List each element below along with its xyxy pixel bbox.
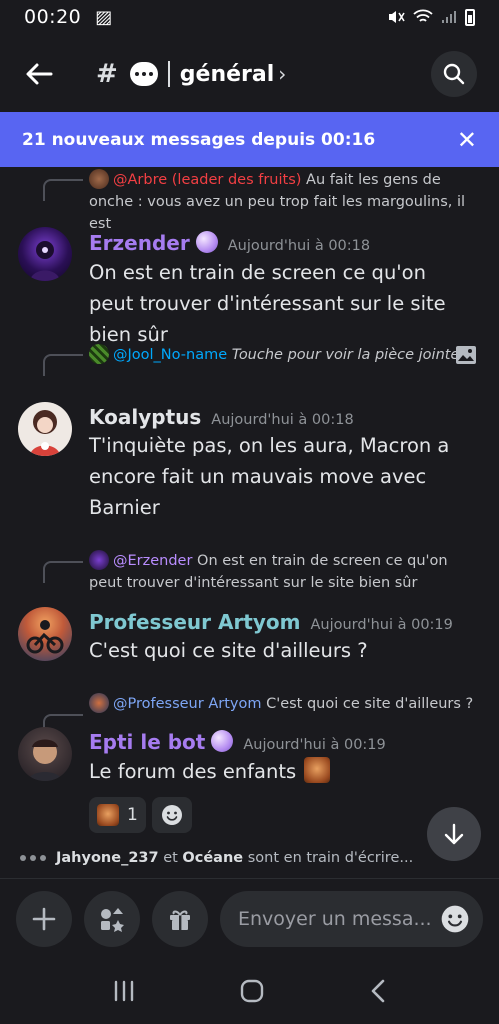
plus-icon [32, 907, 56, 930]
new-messages-text: 21 nouveaux messages depuis 00:16 [22, 129, 376, 150]
back-button[interactable] [22, 57, 56, 91]
search-button[interactable] [431, 51, 477, 97]
reply-avatar [89, 169, 109, 189]
author-name: Erzender [89, 231, 190, 255]
hash-icon: # [96, 59, 118, 89]
crystal-ball-icon [211, 730, 234, 752]
custom-emoji-face [97, 804, 119, 826]
message-input[interactable]: Envoyer un messa... [220, 890, 483, 947]
timestamp: Aujourd'hui à 00:19 [243, 737, 386, 753]
reply-avatar [89, 550, 109, 570]
signal-icon [442, 11, 456, 23]
status-time: 00:20 [24, 6, 82, 28]
reaction-bar: 1 [89, 797, 192, 833]
smiley-icon [161, 805, 182, 825]
header-divider [167, 61, 170, 87]
reply-avatar [89, 344, 109, 364]
typing-dots-icon [20, 855, 46, 861]
arrow-left-icon [26, 63, 53, 85]
apps-icon [101, 907, 124, 932]
channel-header: # général › [0, 44, 499, 104]
author-name: Epti le bot [89, 730, 206, 754]
message-composer: Envoyer un messa... [0, 878, 499, 958]
reaction-count: 1 [127, 805, 138, 825]
battery-icon [465, 8, 475, 26]
author-name: Professeur Artyom [89, 610, 301, 634]
typing-user: Océane [182, 850, 244, 866]
reply-mention: @Erzender [113, 553, 193, 569]
new-messages-banner[interactable]: 21 nouveaux messages depuis 00:16 ✕ [0, 112, 499, 167]
avatar[interactable] [18, 402, 72, 456]
timestamp: Aujourd'hui à 00:18 [211, 412, 354, 428]
typing-user: Jahyone_237 [56, 850, 159, 866]
system-nav-bar [0, 958, 499, 1024]
timestamp: Aujourd'hui à 00:18 [227, 238, 371, 254]
data-saver-icon: ▨ [95, 6, 113, 28]
mute-icon [389, 11, 405, 23]
close-icon[interactable]: ✕ [457, 126, 477, 154]
apps-button[interactable] [84, 890, 140, 947]
typing-suffix: sont en train d'écrire... [247, 850, 414, 866]
scroll-to-bottom-button[interactable] [427, 807, 481, 861]
crystal-ball-icon [195, 231, 218, 253]
back-nav-icon[interactable] [369, 978, 387, 1004]
avatar[interactable] [18, 727, 72, 781]
message-content: T'inquiète pas, on les aura, Macron a en… [89, 434, 450, 519]
search-icon [443, 63, 465, 85]
reply-connector [43, 354, 83, 376]
message-content: C'est quoi ce site d'ailleurs ? [89, 639, 368, 662]
reply-text: C'est quoi ce site d'ailleurs ? [266, 696, 474, 712]
author-name: Koalyptus [89, 405, 202, 429]
custom-emoji-face [304, 757, 331, 783]
reply-text: Touche pour voir la pièce jointe [231, 347, 460, 363]
reply-connector [43, 561, 83, 583]
avatar[interactable] [18, 607, 72, 661]
wifi-icon [413, 9, 433, 22]
gift-button[interactable] [152, 890, 208, 947]
message-content: On est en train de screen ce qu'on peut … [89, 261, 446, 346]
channel-name[interactable]: général [180, 62, 275, 87]
gift-icon [170, 910, 190, 930]
reply-preview[interactable]: @Arbre (leader des fruits) Au fait les g… [89, 169, 479, 235]
message-author[interactable]: Epti le bot Aujourd'hui à 00:19 [89, 730, 386, 754]
reply-preview[interactable]: @Erzender On est en train de screen ce q… [89, 550, 479, 594]
typing-indicator: Jahyone_237 et Océane sont en train d'éc… [20, 850, 413, 866]
status-bar: 00:20 ▨ [0, 0, 499, 34]
message-text: Le forum des enfants [89, 760, 297, 783]
status-icons [387, 8, 475, 26]
message-author[interactable]: Professeur Artyom Aujourd'hui à 00:19 [89, 610, 453, 634]
arrow-down-icon [444, 823, 464, 845]
typing-text: Jahyone_237 et Océane sont en train d'éc… [56, 850, 413, 866]
chevron-right-icon[interactable]: › [278, 62, 286, 86]
recent-apps-icon[interactable] [112, 980, 136, 1002]
reply-mention: @Jool_No-name [113, 347, 228, 363]
image-attachment-icon [455, 345, 477, 369]
timestamp: Aujourd'hui à 00:19 [310, 617, 453, 633]
reply-avatar [89, 693, 109, 713]
emoji-picker-icon[interactable] [439, 903, 471, 935]
message-list[interactable]: @Arbre (leader des fruits) Au fait les g… [0, 167, 499, 877]
add-reaction-button[interactable] [151, 797, 192, 833]
message-author[interactable]: Koalyptus Aujourd'hui à 00:18 [89, 405, 354, 429]
reply-mention: @Professeur Artyom [113, 696, 262, 712]
message-author[interactable]: Erzender Aujourd'hui à 00:18 [89, 231, 370, 255]
typing-conj: et [163, 850, 178, 866]
attach-button[interactable] [16, 890, 72, 947]
reaction-pill[interactable]: 1 [89, 797, 146, 833]
message-input-placeholder: Envoyer un messa... [238, 907, 432, 930]
reply-preview[interactable]: @Professeur Artyom C'est quoi ce site d'… [89, 693, 479, 715]
reply-connector [43, 179, 83, 201]
thread-bubble-icon [129, 62, 158, 86]
home-icon[interactable] [239, 978, 265, 1004]
message-content: Le forum des enfants [89, 756, 475, 787]
reply-preview[interactable]: @Jool_No-name Touche pour voir la pièce … [89, 344, 479, 366]
reply-mention: @Arbre (leader des fruits) [113, 172, 302, 188]
avatar[interactable] [18, 227, 72, 281]
